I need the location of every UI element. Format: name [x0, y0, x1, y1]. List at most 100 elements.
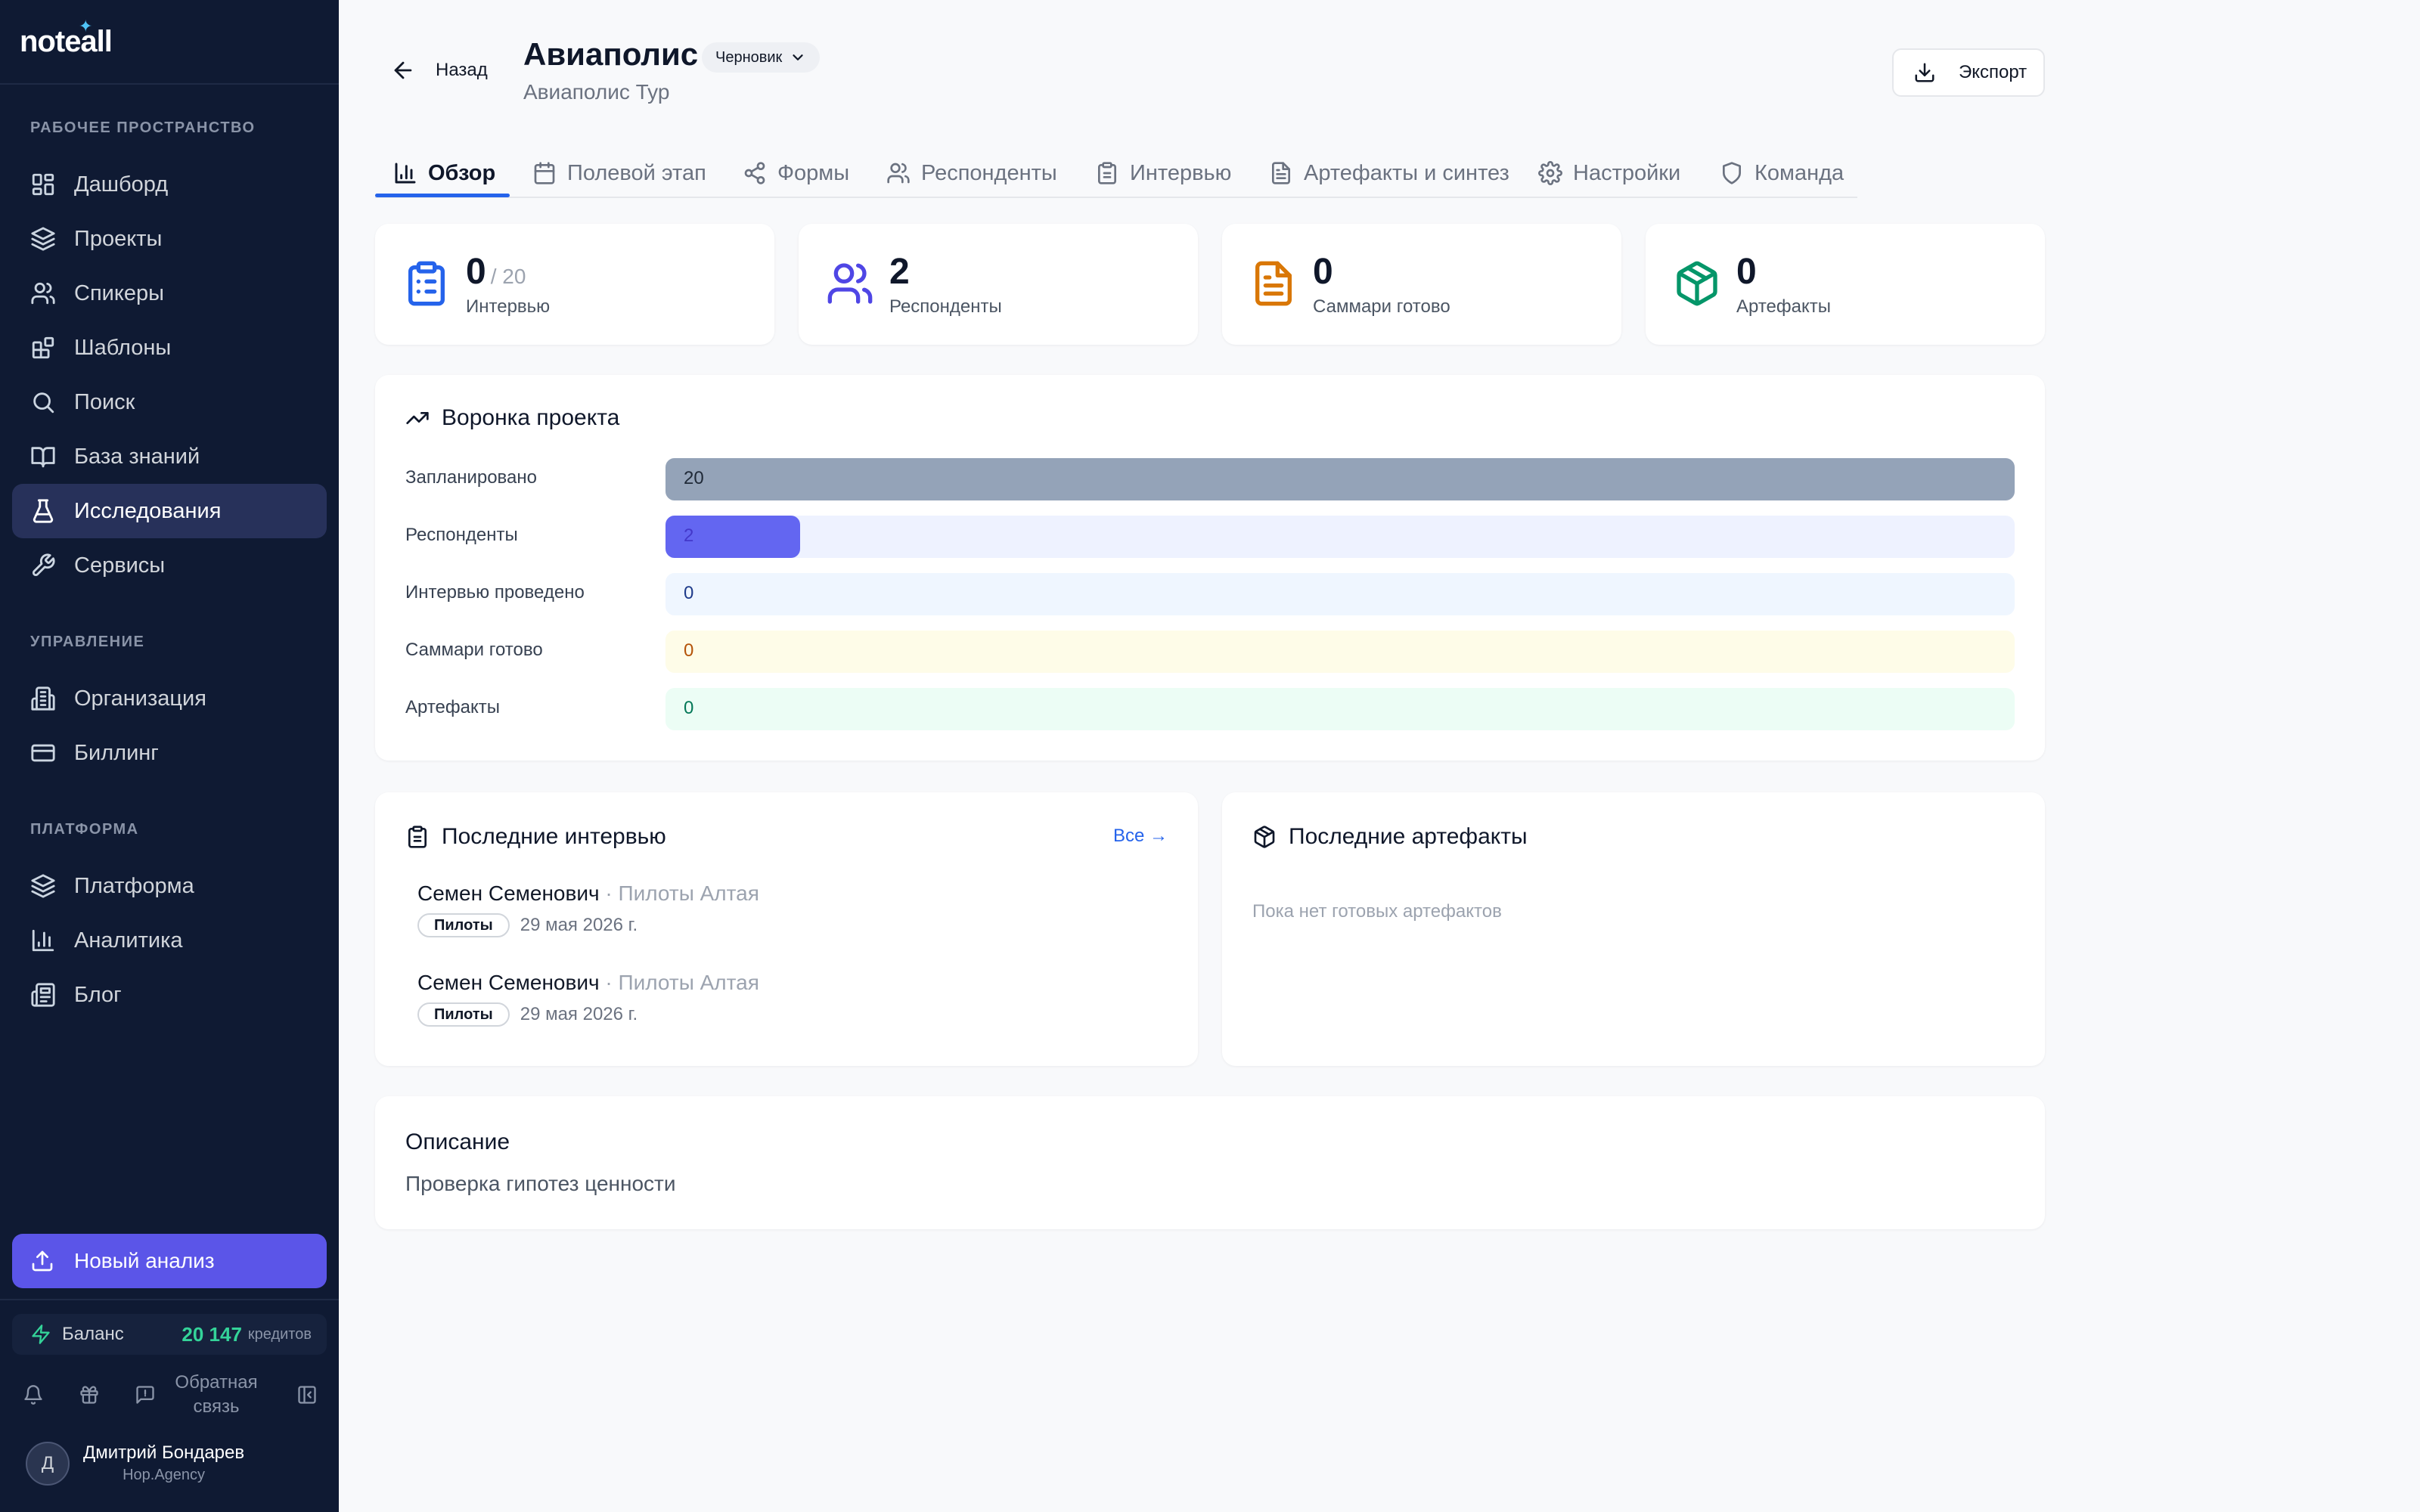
- funnel-bar-track: 0: [666, 631, 2015, 673]
- stat-total: / 20: [490, 265, 526, 288]
- clipboard-list-icon: [402, 259, 451, 308]
- sidebar-item-services[interactable]: Сервисы: [12, 538, 327, 593]
- balance-widget[interactable]: Баланс 20 147 кредитов: [12, 1314, 327, 1355]
- balance-amount: 20 147: [182, 1322, 242, 1346]
- tab-settings[interactable]: Настройки: [1538, 148, 1680, 198]
- arrow-left-icon: [390, 57, 416, 83]
- funnel-bar-fill: [666, 458, 2015, 500]
- sidebar-item-analytics[interactable]: Аналитика: [12, 913, 327, 968]
- export-button[interactable]: Экспорт: [1892, 48, 2045, 97]
- tab-respondents[interactable]: Респонденты: [886, 148, 1057, 198]
- sidebar-item-organization[interactable]: Организация: [12, 671, 327, 726]
- section-label-workspace: РАБОЧЕЕ ПРОСТРАНСТВО: [30, 119, 256, 136]
- funnel-bar-track: 0: [666, 688, 2015, 730]
- tab-label: Артефакты и синтез: [1304, 160, 1509, 185]
- sidebar-item-label: Исследования: [74, 498, 222, 523]
- sidebar-footer-actions: Обратная связь: [23, 1370, 318, 1420]
- funnel-title: Воронка проекта: [405, 405, 619, 431]
- panel-collapse-icon[interactable]: [296, 1384, 318, 1405]
- funnel-row: Интервью проведено 0: [405, 573, 2021, 615]
- interview-group: · Пилоты Алтая: [605, 971, 759, 994]
- app-logo[interactable]: noteall ✦: [20, 17, 113, 60]
- all-interviews-link[interactable]: Все →: [1113, 826, 1168, 847]
- chevron-down-icon: [790, 49, 806, 66]
- users-icon: [30, 280, 56, 306]
- tab-label: Команда: [1754, 160, 1844, 185]
- user-profile[interactable]: Д Дмитрий Бондарев Hop.Agency: [26, 1439, 244, 1488]
- tab-forms[interactable]: Формы: [743, 148, 849, 198]
- divider: [0, 1299, 339, 1300]
- credit-card-icon: [30, 740, 56, 766]
- funnel-label: Интервью проведено: [405, 582, 585, 603]
- message-square-icon: [135, 1384, 156, 1405]
- clipboard-icon: [1095, 161, 1119, 185]
- upload-icon: [30, 1249, 54, 1273]
- stat-card-interviews: 0/ 20 Интервью: [375, 224, 774, 345]
- gift-icon[interactable]: [79, 1384, 100, 1405]
- recent-interviews-title: Последние интервью: [405, 824, 666, 850]
- sidebar-item-speakers[interactable]: Спикеры: [12, 266, 327, 321]
- sidebar-item-label: Сервисы: [74, 553, 166, 578]
- balance-label: Баланс: [62, 1324, 124, 1344]
- sidebar-item-blog[interactable]: Блог: [12, 968, 327, 1022]
- tab-label: Формы: [777, 160, 850, 185]
- tab-field-stage[interactable]: Полевой этап: [532, 148, 706, 198]
- sidebar-item-research[interactable]: Исследования: [12, 484, 327, 538]
- status-dropdown[interactable]: Черновик: [702, 42, 821, 73]
- sidebar-item-templates[interactable]: Шаблоны: [12, 321, 327, 375]
- sidebar-item-projects[interactable]: Проекты: [12, 212, 327, 266]
- list-item[interactable]: Семен Семенович · Пилоты Алтая Пилоты 29…: [417, 971, 759, 1027]
- section-label-management: УПРАВЛЕНИЕ: [30, 634, 145, 650]
- funnel-label: Запланировано: [405, 467, 537, 488]
- tab-artifacts[interactable]: Артефакты и синтез: [1269, 148, 1509, 198]
- stat-label: Саммари готово: [1313, 296, 1450, 317]
- interview-name: Семен Семенович: [417, 971, 600, 994]
- funnel-bar-track: 0: [666, 573, 2015, 615]
- stat-value: 2: [889, 252, 910, 292]
- recent-artifacts-card: Последние артефакты Пока нет готовых арт…: [1222, 792, 2045, 1066]
- new-analysis-label: Новый анализ: [74, 1249, 215, 1272]
- funnel-label: Артефакты: [405, 697, 501, 717]
- recent-artifacts-title-text: Последние артефакты: [1289, 824, 1528, 849]
- layout-dashboard-icon: [30, 172, 56, 197]
- description-text: Проверка гипотез ценности: [405, 1172, 676, 1195]
- tab-bar: Обзор Полевой этап Формы Респонденты Инт…: [375, 148, 1857, 198]
- stat-label: Интервью: [466, 296, 551, 317]
- sidebar-item-billing[interactable]: Биллинг: [12, 726, 327, 780]
- stat-value: 0: [1736, 252, 1757, 292]
- interview-date: 29 мая 2026 г.: [520, 915, 638, 935]
- tab-team[interactable]: Команда: [1720, 148, 1844, 198]
- sidebar-item-platform[interactable]: Платформа: [12, 859, 327, 913]
- package-icon: [1673, 259, 1721, 308]
- stat-label: Респонденты: [889, 296, 1002, 317]
- recent-artifacts-title: Последние артефакты: [1252, 824, 1528, 850]
- stat-label: Артефакты: [1736, 296, 1832, 317]
- sidebar-item-dashboard[interactable]: Дашборд: [12, 157, 327, 212]
- sidebar-item-label: Дашборд: [74, 172, 169, 197]
- back-button[interactable]: Назад: [390, 57, 488, 83]
- sidebar-item-label: Поиск: [74, 389, 135, 414]
- tab-interviews[interactable]: Интервью: [1095, 148, 1231, 198]
- bar-chart-icon: [30, 928, 56, 953]
- sidebar-item-knowledge-base[interactable]: База знаний: [12, 429, 327, 484]
- recent-interviews-title-text: Последние интервью: [442, 824, 666, 849]
- funnel-row: Респонденты 2: [405, 516, 2021, 558]
- stat-value: 0: [1313, 252, 1333, 292]
- stat-card-respondents: 2 Респонденты: [799, 224, 1198, 345]
- stat-card-summaries: 0 Саммари готово: [1222, 224, 1621, 345]
- sidebar-item-search[interactable]: Поиск: [12, 375, 327, 429]
- calendar-icon: [532, 161, 557, 185]
- active-tab-indicator: [375, 194, 510, 197]
- page-subtitle: Авиаполис Тур: [523, 80, 670, 104]
- feedback-button[interactable]: Обратная связь: [135, 1371, 262, 1419]
- search-icon: [30, 389, 56, 415]
- sidebar-item-label: Спикеры: [74, 280, 164, 305]
- bell-icon[interactable]: [23, 1384, 44, 1405]
- tab-label: Интервью: [1130, 160, 1232, 185]
- trending-up-icon: [405, 406, 430, 430]
- tab-overview[interactable]: Обзор: [393, 148, 495, 198]
- download-icon: [1913, 61, 1936, 84]
- list-item[interactable]: Семен Семенович · Пилоты Алтая Пилоты 29…: [417, 881, 759, 937]
- sidebar-item-label: Аналитика: [74, 928, 183, 953]
- new-analysis-button[interactable]: Новый анализ: [12, 1234, 327, 1288]
